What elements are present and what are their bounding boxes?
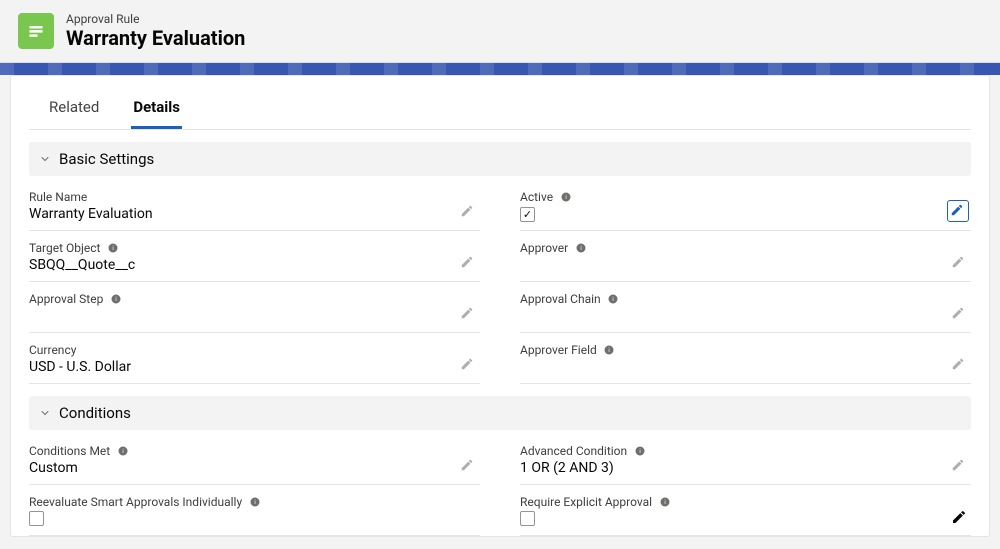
info-icon[interactable]: i xyxy=(633,445,646,458)
field-label-text: Approver xyxy=(520,241,568,255)
field-approver: Approver i xyxy=(520,235,971,282)
pencil-icon[interactable] xyxy=(951,306,969,324)
field-approver-field: Approver Field i xyxy=(520,337,971,384)
svg-text:i: i xyxy=(565,195,566,201)
field-label-text: Rule Name xyxy=(29,190,87,204)
field-label-text: Approval Step xyxy=(29,292,103,306)
pencil-icon[interactable] xyxy=(951,458,969,476)
svg-text:i: i xyxy=(122,449,123,455)
pencil-icon[interactable] xyxy=(460,458,478,476)
field-value: Warranty Evaluation xyxy=(29,206,480,226)
pencil-icon[interactable] xyxy=(460,306,478,324)
basic-settings-fields: Rule Name Warranty Evaluation Active i T… xyxy=(11,184,989,384)
field-approval-chain: Approval Chain i xyxy=(520,286,971,333)
approval-rule-icon xyxy=(18,13,54,49)
page-header: Approval Rule Warranty Evaluation xyxy=(0,0,1000,63)
field-label-text: Currency xyxy=(29,343,76,357)
svg-text:i: i xyxy=(115,297,116,303)
info-icon[interactable]: i xyxy=(109,293,122,306)
field-conditions-met: Conditions Met i Custom xyxy=(29,438,480,485)
field-target-object: Target Object i SBQQ__Quote__c xyxy=(29,235,480,282)
field-value: SBQQ__Quote__c xyxy=(29,257,480,277)
info-icon[interactable]: i xyxy=(248,496,261,509)
field-value: USD - U.S. Dollar xyxy=(29,359,480,379)
details-card: Related Details Basic Settings Rule Name… xyxy=(10,75,990,537)
decorative-stripe xyxy=(0,63,1000,75)
conditions-fields: Conditions Met i Custom Advanced Conditi… xyxy=(11,438,989,536)
field-label-text: Target Object xyxy=(29,241,100,255)
require-explicit-checkbox[interactable] xyxy=(520,511,535,526)
info-icon[interactable]: i xyxy=(603,344,616,357)
field-reevaluate: Reevaluate Smart Approvals Individually … xyxy=(29,489,480,536)
svg-text:i: i xyxy=(664,500,665,506)
field-advanced-condition: Advanced Condition i 1 OR (2 AND 3) xyxy=(520,438,971,485)
svg-text:i: i xyxy=(254,500,255,506)
section-conditions[interactable]: Conditions xyxy=(29,396,971,430)
pencil-icon[interactable] xyxy=(951,509,969,527)
section-title: Conditions xyxy=(59,404,131,422)
field-label-text: Reevaluate Smart Approvals Individually xyxy=(29,495,242,509)
pencil-icon[interactable] xyxy=(951,357,969,375)
reevaluate-checkbox[interactable] xyxy=(29,511,44,526)
svg-text:i: i xyxy=(639,449,640,455)
field-require-explicit: Require Explicit Approval i xyxy=(520,489,971,536)
field-label-text: Require Explicit Approval xyxy=(520,495,652,509)
field-value xyxy=(520,359,971,379)
field-value xyxy=(29,308,480,328)
info-icon[interactable]: i xyxy=(607,293,620,306)
field-active: Active i xyxy=(520,184,971,231)
info-icon[interactable]: i xyxy=(106,242,119,255)
field-value: Custom xyxy=(29,460,480,480)
field-value xyxy=(520,206,971,226)
svg-text:i: i xyxy=(612,297,613,303)
field-label-text: Advanced Condition xyxy=(520,444,627,458)
field-value xyxy=(520,308,971,328)
info-icon[interactable]: i xyxy=(574,242,587,255)
chevron-down-icon xyxy=(39,153,51,165)
field-label-text: Approver Field xyxy=(520,343,597,357)
pencil-icon[interactable] xyxy=(460,204,478,222)
field-label-text: Conditions Met xyxy=(29,444,110,458)
svg-text:i: i xyxy=(580,246,581,252)
chevron-down-icon xyxy=(39,407,51,419)
record-name: Warranty Evaluation xyxy=(66,26,245,50)
svg-text:i: i xyxy=(609,348,610,354)
field-label-text: Approval Chain xyxy=(520,292,601,306)
pencil-icon[interactable] xyxy=(947,200,969,222)
tab-related[interactable]: Related xyxy=(47,86,101,129)
field-currency: Currency USD - U.S. Dollar xyxy=(29,337,480,384)
section-basic-settings[interactable]: Basic Settings xyxy=(29,142,971,176)
pencil-icon[interactable] xyxy=(951,255,969,273)
field-label-text: Active xyxy=(520,190,553,204)
field-value xyxy=(520,257,971,277)
pencil-icon[interactable] xyxy=(460,255,478,273)
field-value: 1 OR (2 AND 3) xyxy=(520,460,971,480)
field-value xyxy=(520,511,971,531)
active-checkbox[interactable] xyxy=(520,207,535,222)
svg-text:i: i xyxy=(112,246,113,252)
info-icon[interactable]: i xyxy=(658,496,671,509)
field-rule-name: Rule Name Warranty Evaluation xyxy=(29,184,480,231)
info-icon[interactable]: i xyxy=(116,445,129,458)
object-label: Approval Rule xyxy=(66,12,245,26)
info-icon[interactable]: i xyxy=(559,191,572,204)
tab-details[interactable]: Details xyxy=(131,86,182,129)
tab-bar: Related Details xyxy=(29,86,971,130)
section-title: Basic Settings xyxy=(59,150,154,168)
field-value xyxy=(29,511,480,531)
pencil-icon[interactable] xyxy=(460,357,478,375)
field-approval-step: Approval Step i xyxy=(29,286,480,333)
